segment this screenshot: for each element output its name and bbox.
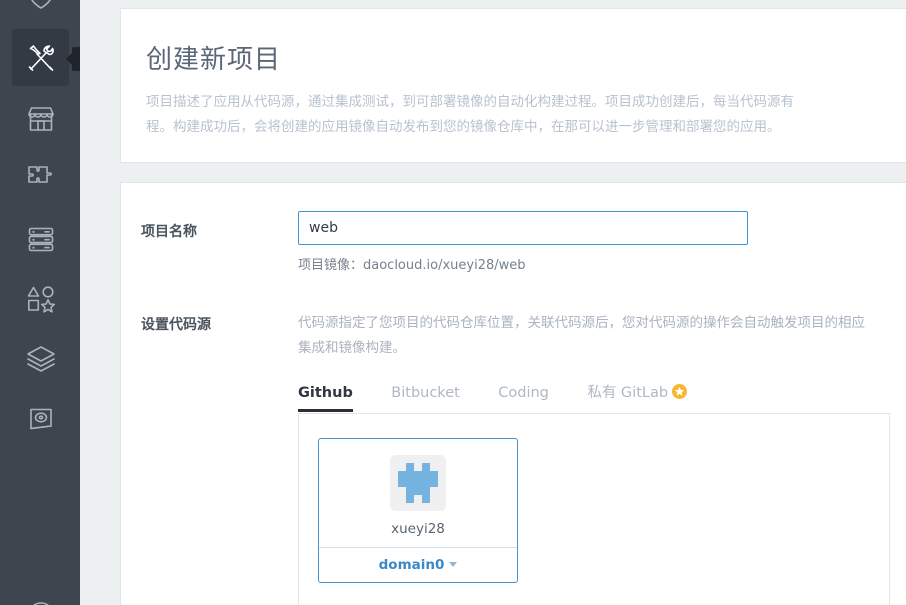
code-source-body: 代码源指定了您项目的代码仓库位置，关联代码源后，您对代码源的操作会自动触发项目的… [298, 311, 906, 605]
sidebar-item-servers[interactable] [12, 210, 69, 267]
ellipse-icon [25, 593, 57, 605]
sidebar-tooltip: 代码构建 [65, 47, 80, 71]
code-source-description: 代码源指定了您项目的代码仓库位置，关联代码源后，您对代码源的操作会自动触发项目的… [298, 311, 906, 361]
project-image-hint: 项目镜像：daocloud.io/xueyi28/web [298, 258, 526, 273]
shapes-icon [25, 283, 57, 315]
account-username: xueyi28 [391, 521, 445, 537]
app-root: 代码构建 创建新项目 项目描述了应用从代码源，通过集成测试，到可部署镜像的自动化… [0, 0, 906, 605]
form-panel: 项目名称 项目镜像：daocloud.io/xueyi28/web 设置代码源 … [120, 182, 906, 605]
tab-gitlab[interactable]: 私有 GitLab [587, 383, 688, 412]
page-description-line1: 项目描述了应用从代码源，通过集成测试，到可部署镜像的自动化构建过程。项目成功创建… [146, 94, 794, 110]
github-tab-panel: xueyi28 domain0 [298, 414, 890, 605]
identicon-avatar [390, 455, 446, 511]
layers-icon [25, 343, 57, 375]
code-source-tabs: Github Bitbucket Coding 私有 GitLab [298, 383, 890, 414]
shield-icon [24, 0, 58, 12]
code-source-description-line2: 集成和镜像构建。 [298, 340, 406, 356]
sidebar-item-storage[interactable] [12, 390, 69, 447]
tools-icon [25, 42, 57, 74]
sidebar-item-shapes[interactable] [12, 270, 69, 327]
sidebar-nav: 代码构建 [0, 0, 80, 605]
project-name-input[interactable] [298, 211, 748, 245]
code-source-description-line1: 代码源指定了您项目的代码仓库位置，关联代码源后，您对代码源的操作会自动触发项目的… [298, 315, 865, 331]
puzzle-icon [25, 163, 57, 195]
sidebar-item-code-build[interactable] [12, 29, 69, 86]
code-source-label: 设置代码源 [141, 317, 211, 333]
project-name-label: 项目名称 [141, 224, 197, 240]
sidebar-item-top-partial[interactable] [12, 0, 69, 23]
sidebar-item-integrations[interactable] [12, 150, 69, 207]
account-card-xueyi28[interactable]: xueyi28 domain0 [318, 438, 518, 583]
tab-bitbucket[interactable]: Bitbucket [391, 383, 460, 412]
account-card-top: xueyi28 [319, 439, 517, 547]
server-icon [25, 223, 57, 255]
chevron-down-icon [449, 562, 458, 567]
tab-gitlab-label: 私有 GitLab [587, 385, 669, 401]
account-domain-dropdown[interactable]: domain0 [319, 547, 517, 582]
sidebar-item-marketplace[interactable] [12, 90, 69, 147]
main-content: 创建新项目 项目描述了应用从代码源，通过集成测试，到可部署镜像的自动化构建过程。… [80, 0, 906, 605]
star-icon [672, 384, 688, 399]
page-description-line2: 程。构建成功后，会将创建的应用镜像自动发布到您的镜像仓库中，在那可以进一步管理和… [146, 119, 781, 135]
sidebar-item-bottom-partial[interactable] [12, 580, 69, 605]
page-title: 创建新项目 [146, 45, 282, 75]
tab-coding[interactable]: Coding [498, 383, 549, 412]
sidebar-item-stacks[interactable] [12, 330, 69, 387]
tab-github[interactable]: Github [298, 383, 353, 412]
project-name-body: 项目镜像：daocloud.io/xueyi28/web [298, 211, 906, 273]
intro-panel: 创建新项目 项目描述了应用从代码源，通过集成测试，到可部署镜像的自动化构建过程。… [120, 8, 906, 163]
account-domain-label: domain0 [378, 557, 445, 573]
store-icon [25, 103, 57, 135]
disk-icon [25, 403, 57, 435]
